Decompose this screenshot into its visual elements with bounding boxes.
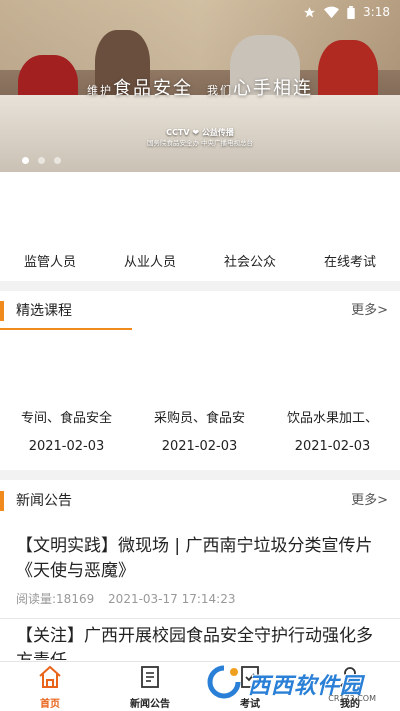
carousel-dot[interactable] <box>22 157 29 164</box>
news-timestamp: 2021-03-17 17:14:23 <box>108 592 236 606</box>
carousel-dot[interactable] <box>54 157 61 164</box>
news-title: 【关注】广西开展校园食品安全守护行动强化多方责任 <box>16 626 373 660</box>
course-title: 专间、食品安全 <box>20 411 112 426</box>
section-divider <box>0 281 400 291</box>
course-card[interactable]: 采购员、食品安 2021-02-03 <box>133 410 266 466</box>
quick-nav: 监管人员 从业人员 社会公众 在线考试 <box>0 240 400 276</box>
section-divider <box>0 470 400 480</box>
tab-label: 新闻公告 <box>130 699 170 710</box>
section-accent-bar <box>0 301 4 321</box>
carousel-dot[interactable] <box>38 157 45 164</box>
wifi-icon <box>324 6 340 19</box>
quick-nav-public[interactable]: 社会公众 <box>200 240 300 276</box>
news-section-title: 新闻公告 <box>16 493 72 509</box>
battery-icon <box>347 5 355 19</box>
news-title: 【文明实践】微现场 | 广西南宁垃圾分类宣传片《天使与恶魔》 <box>16 536 373 581</box>
section-underline <box>0 328 132 330</box>
quick-nav-supervisors[interactable]: 监管人员 <box>0 240 100 276</box>
courses-more-link[interactable]: 更多> <box>351 292 388 330</box>
star-icon <box>303 6 316 19</box>
banner-logos: CCTV ❤ 公益传播 <box>166 128 234 137</box>
banner-headline: 维护食品安全 我们心手相连 <box>87 78 313 99</box>
course-date: 2021-02-03 <box>28 439 105 454</box>
home-icon <box>37 665 63 693</box>
banner-carousel[interactable]: 维护食品安全 我们心手相连 CCTV ❤ 公益传播 国务院食品安全办 中央广播电… <box>0 0 400 172</box>
tab-news[interactable]: 新闻公告 <box>100 662 200 711</box>
tab-home[interactable]: 首页 <box>0 662 100 711</box>
news-divider <box>0 618 400 619</box>
news-more-link[interactable]: 更多> <box>351 482 388 520</box>
carousel-dots <box>22 157 61 164</box>
tab-label: 首页 <box>40 699 60 710</box>
course-list: 专间、食品安全 2021-02-03 采购员、食品安 2021-02-03 饮品… <box>0 410 400 466</box>
course-card[interactable]: 饮品水果加工、 2021-02-03 <box>266 410 399 466</box>
banner-credit-line: 国务院食品安全办 中央广播电视总台 <box>146 139 254 147</box>
news-item[interactable]: 【文明实践】微现场 | 广西南宁垃圾分类宣传片《天使与恶魔》 阅读量:18169… <box>0 534 400 607</box>
quick-nav-practitioners[interactable]: 从业人员 <box>100 240 200 276</box>
banner-credits: CCTV ❤ 公益传播 国务院食品安全办 中央广播电视总台 <box>0 128 400 148</box>
news-read-count: 阅读量:18169 <box>16 592 95 606</box>
section-accent-bar <box>0 491 4 511</box>
courses-section-title: 精选课程 <box>16 303 72 319</box>
status-bar: 3:18 <box>0 0 400 24</box>
watermark-logo-icon <box>204 664 244 704</box>
course-title: 采购员、食品安 <box>153 411 245 426</box>
quick-nav-online-exam[interactable]: 在线考试 <box>300 240 400 276</box>
news-item[interactable]: 【关注】广西开展校园食品安全守护行动强化多方责任 <box>0 624 400 660</box>
news-icon <box>139 665 161 693</box>
course-date: 2021-02-03 <box>161 439 238 454</box>
news-meta: 阅读量:18169 2021-03-17 17:14:23 <box>16 590 384 607</box>
course-card[interactable]: 专间、食品安全 2021-02-03 <box>0 410 133 466</box>
watermark-url: CR173.COM <box>328 694 376 703</box>
course-title: 饮品水果加工、 <box>286 411 378 426</box>
news-section-header: 新闻公告 更多> <box>0 482 400 520</box>
site-watermark: 西西软件园 CR173.COM <box>204 665 394 703</box>
courses-section-header: 精选课程 更多> <box>0 292 400 330</box>
status-time: 3:18 <box>363 5 390 19</box>
course-date: 2021-02-03 <box>294 439 371 454</box>
